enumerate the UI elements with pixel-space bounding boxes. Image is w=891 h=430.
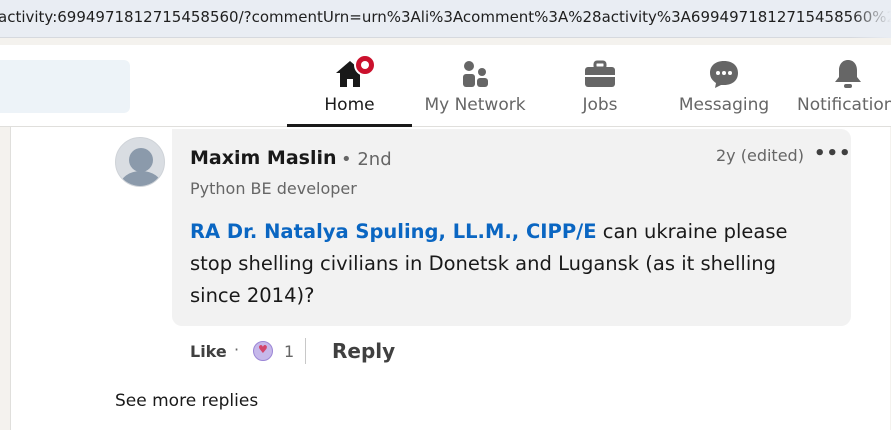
- nav-notifications[interactable]: Notifications: [797, 45, 891, 127]
- connection-degree: • 2nd: [341, 149, 392, 170]
- network-icon: [458, 57, 492, 91]
- nav-jobs-label: Jobs: [582, 95, 618, 115]
- avatar-body: [120, 171, 162, 186]
- browser-address-bar[interactable]: activity:6994971812715458560/?commentUrn…: [0, 0, 891, 38]
- nav-messaging[interactable]: Messaging: [675, 45, 773, 127]
- avatar[interactable]: [115, 137, 165, 187]
- author-headline: Python BE developer: [190, 179, 357, 198]
- briefcase-icon: [583, 57, 617, 91]
- more-options-icon[interactable]: •••: [814, 143, 852, 164]
- nav-my-network[interactable]: My Network: [418, 45, 532, 127]
- separator-dot: ·: [234, 340, 240, 359]
- like-button[interactable]: Like: [190, 342, 227, 361]
- nav-home-label: Home: [324, 95, 375, 115]
- comment-text: RA Dr. Natalya Spuling, LL.M., CIPP/E ca…: [190, 216, 830, 312]
- bell-icon: [831, 57, 865, 91]
- url-fade: [851, 0, 891, 38]
- search-input[interactable]: [0, 60, 130, 113]
- nav-notifications-label: Notifications: [797, 95, 891, 115]
- reply-button[interactable]: Reply: [332, 339, 395, 363]
- comment-timestamp: 2y (edited): [716, 146, 804, 165]
- messaging-icon: [707, 57, 741, 91]
- nav-jobs[interactable]: Jobs: [560, 45, 640, 127]
- mention-link[interactable]: RA Dr. Natalya Spuling, LL.M., CIPP/E: [190, 220, 597, 243]
- address-url[interactable]: activity:6994971812715458560/?commentUrn…: [0, 8, 891, 26]
- love-reaction-icon[interactable]: [253, 341, 273, 361]
- notification-badge: [353, 54, 376, 76]
- reaction-count[interactable]: 1: [284, 342, 294, 361]
- nav-home[interactable]: Home: [287, 45, 412, 127]
- see-more-replies-link[interactable]: See more replies: [115, 391, 258, 411]
- avatar-head: [129, 148, 153, 172]
- nav-my-network-label: My Network: [424, 95, 526, 115]
- comment-author[interactable]: Maxim Maslin: [190, 147, 337, 169]
- home-icon: [333, 54, 376, 91]
- nav-messaging-label: Messaging: [678, 95, 770, 115]
- global-nav: Home My Network Jobs Messaging Notificat…: [0, 45, 891, 127]
- action-divider: [305, 338, 306, 364]
